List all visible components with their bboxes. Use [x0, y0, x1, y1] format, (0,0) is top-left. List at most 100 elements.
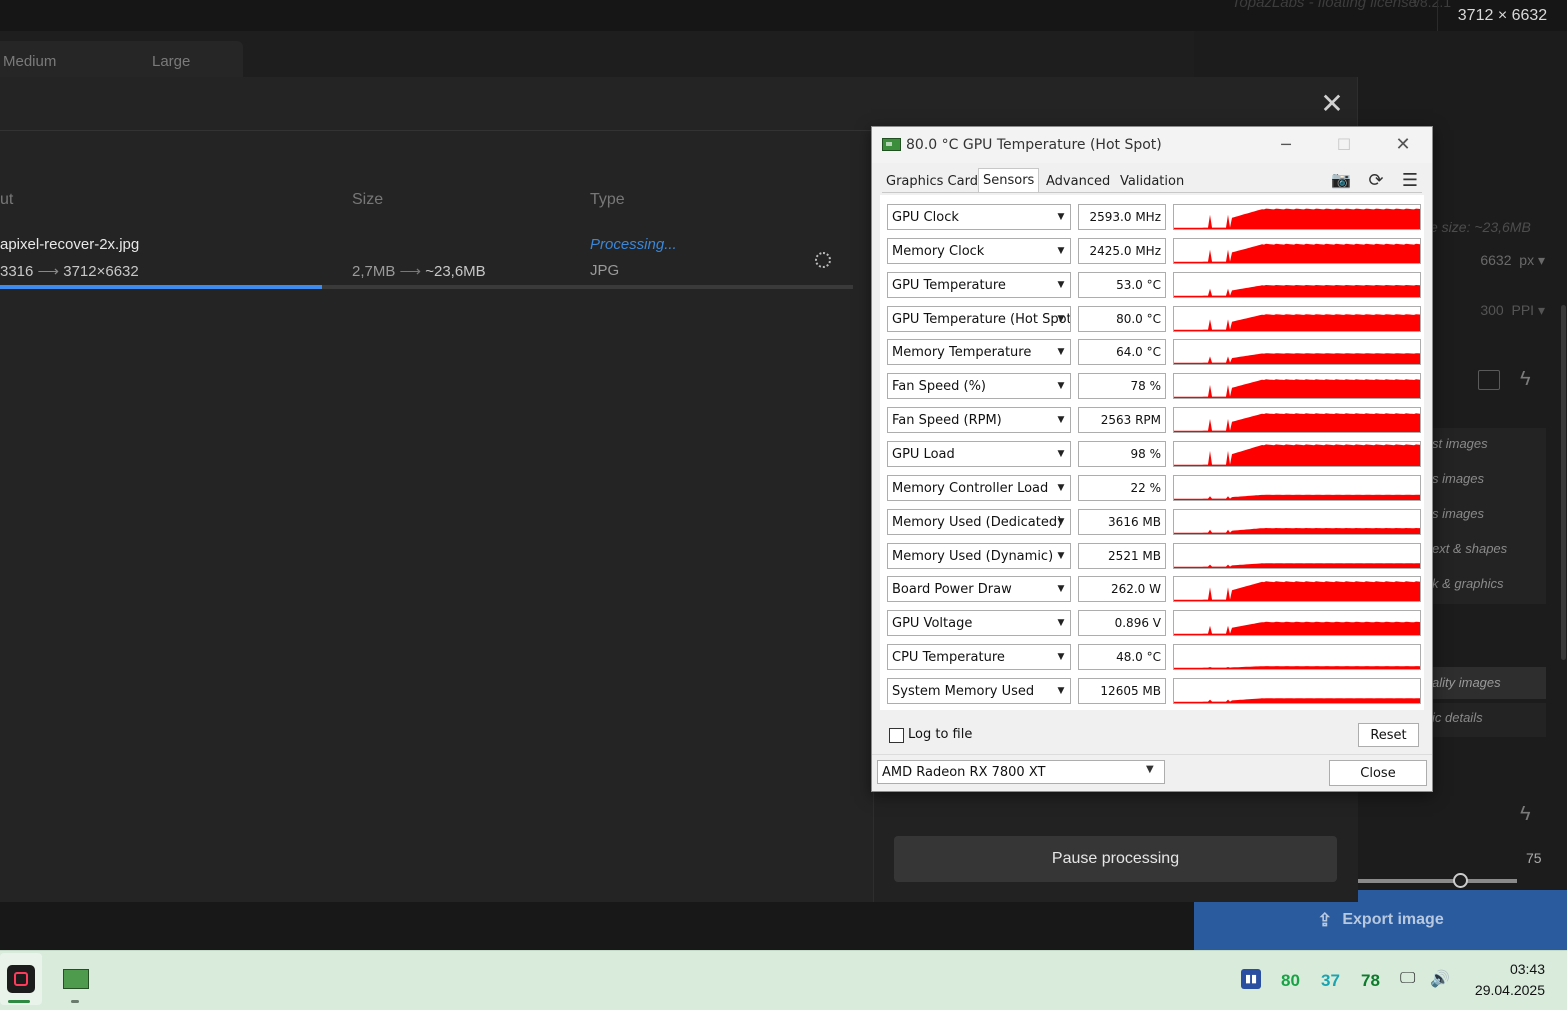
sensor-row: Memory Used (Dedicated) ▼ 3616 MB: [887, 508, 1425, 536]
gpu-select[interactable]: AMD Radeon RX 7800 XT: [877, 760, 1165, 784]
gpuz-window-title: 80.0 °C GPU Temperature (Hot Spot): [906, 137, 1162, 153]
hwinfo-tray-icon[interactable]: ▮▮: [1241, 969, 1261, 989]
sensor-name-dropdown[interactable]: Memory Used (Dedicated): [887, 509, 1071, 535]
sensor-value: 22 %: [1078, 475, 1166, 501]
menu-icon[interactable]: ☰: [1400, 170, 1420, 191]
model-item[interactable]: k & graphics: [1432, 576, 1504, 591]
chevron-down-icon[interactable]: ▼: [1051, 306, 1071, 332]
sensor-name-dropdown[interactable]: Memory Used (Dynamic): [887, 543, 1071, 569]
sensor-name-dropdown[interactable]: Board Power Draw: [887, 576, 1071, 602]
sensor-value: 3616 MB: [1078, 509, 1166, 535]
tray-value-fan[interactable]: 78: [1361, 971, 1380, 991]
sensor-graph: [1173, 204, 1421, 230]
sensor-name-dropdown[interactable]: Memory Controller Load: [887, 475, 1071, 501]
ppi-field[interactable]: 300 PPI ▾: [1430, 302, 1545, 324]
size-option-medium[interactable]: Medium: [3, 53, 56, 70]
chevron-down-icon[interactable]: ▼: [1051, 441, 1071, 467]
sensor-graph-area: [1174, 444, 1420, 466]
tab-sensors[interactable]: Sensors: [978, 168, 1040, 193]
model-item[interactable]: st images: [1432, 436, 1488, 451]
model-item[interactable]: s images: [1432, 471, 1484, 486]
slider-track[interactable]: [1357, 879, 1517, 883]
minimize-icon[interactable]: ─: [1264, 132, 1308, 158]
sensor-value: 12605 MB: [1078, 678, 1166, 704]
sensor-name-dropdown[interactable]: GPU Temperature: [887, 272, 1071, 298]
tab-graphics-card[interactable]: Graphics Card: [882, 170, 982, 192]
slider-handle[interactable]: [1453, 873, 1468, 888]
sensor-graph-area: [1174, 698, 1420, 703]
sensor-name-dropdown[interactable]: GPU Load: [887, 441, 1071, 467]
sensor-value: 2593.0 MHz: [1078, 204, 1166, 230]
chevron-down-icon[interactable]: ▼: [1051, 678, 1071, 704]
chevron-down-icon[interactable]: ▼: [1051, 238, 1071, 264]
chevron-down-icon[interactable]: ▼: [1051, 509, 1071, 535]
sensor-row: GPU Clock ▼ 2593.0 MHz: [887, 203, 1425, 231]
pause-processing-button[interactable]: Pause processing: [894, 836, 1337, 882]
camera-icon[interactable]: 📷: [1331, 170, 1351, 190]
chevron-down-icon: ▼: [1146, 764, 1154, 775]
size-option-large[interactable]: Large: [152, 53, 190, 70]
reset-button[interactable]: Reset: [1358, 723, 1419, 747]
model-item[interactable]: ext & shapes: [1432, 541, 1507, 556]
side-panel-scrollbar[interactable]: [1561, 305, 1566, 660]
log-to-file-checkbox[interactable]: [889, 728, 904, 743]
sensor-graph: [1173, 238, 1421, 264]
width-value: 6632: [1480, 252, 1512, 268]
sensor-row: CPU Temperature ▼ 48.0 °C: [887, 643, 1425, 671]
sensor-name-dropdown[interactable]: Fan Speed (RPM): [887, 407, 1071, 433]
tray-value-cpu-temp[interactable]: 37: [1321, 971, 1340, 991]
sensor-name-dropdown[interactable]: GPU Voltage: [887, 610, 1071, 636]
chevron-down-icon[interactable]: ▼: [1051, 373, 1071, 399]
footer-divider: [872, 754, 1432, 755]
tab-validation[interactable]: Validation: [1116, 170, 1188, 192]
clock-time[interactable]: 03:43: [1470, 961, 1545, 977]
quality-item[interactable]: ality images: [1432, 675, 1501, 690]
chevron-down-icon[interactable]: ▼: [1051, 644, 1071, 670]
chevron-down-icon[interactable]: ▼: [1051, 407, 1071, 433]
export-label: Export image: [1342, 911, 1444, 928]
gpuz-taskbar-icon[interactable]: [63, 969, 89, 989]
width-field[interactable]: 6632 px ▾: [1430, 252, 1545, 274]
sensor-graph: [1173, 475, 1421, 501]
sensor-row: Memory Controller Load ▼ 22 %: [887, 474, 1425, 502]
chevron-down-icon[interactable]: ▼: [1051, 204, 1071, 230]
volume-icon[interactable]: 🔊: [1430, 969, 1452, 989]
close-icon[interactable]: ✕: [1320, 90, 1344, 118]
chevron-down-icon[interactable]: ▼: [1051, 272, 1071, 298]
compare-icon[interactable]: [1478, 370, 1500, 390]
close-icon[interactable]: ✕: [1381, 132, 1425, 158]
sensor-value: 98 %: [1078, 441, 1166, 467]
model-item[interactable]: s images: [1432, 506, 1484, 521]
width-unit: px: [1519, 252, 1535, 268]
sensor-name-dropdown[interactable]: CPU Temperature: [887, 644, 1071, 670]
refresh-icon[interactable]: ⟳: [1366, 170, 1386, 191]
maximize-icon: ☐: [1336, 135, 1352, 154]
sensor-name-dropdown[interactable]: Fan Speed (%): [887, 373, 1071, 399]
chevron-down-icon[interactable]: ▼: [1051, 475, 1071, 501]
sensor-name-dropdown[interactable]: GPU Temperature (Hot Spot): [887, 306, 1071, 332]
sensor-row: Fan Speed (%) ▼ 78 %: [887, 372, 1425, 400]
clock-date[interactable]: 29.04.2025: [1460, 982, 1545, 998]
quality-item[interactable]: ic details: [1432, 710, 1483, 725]
sensor-value: 78 %: [1078, 373, 1166, 399]
sensor-graph-area: [1174, 581, 1420, 601]
close-button[interactable]: Close: [1329, 760, 1427, 786]
sensor-value: 262.0 W: [1078, 576, 1166, 602]
tab-advanced[interactable]: Advanced: [1042, 170, 1114, 192]
chevron-down-icon[interactable]: ▼: [1051, 339, 1071, 365]
sensor-graph: [1173, 644, 1421, 670]
sensor-name-dropdown[interactable]: GPU Clock: [887, 204, 1071, 230]
sensor-name-dropdown[interactable]: Memory Clock: [887, 238, 1071, 264]
sensor-name-dropdown[interactable]: Memory Temperature: [887, 339, 1071, 365]
chevron-down-icon[interactable]: ▼: [1051, 543, 1071, 569]
sensor-graph-area: [1174, 285, 1420, 297]
sensor-name-dropdown[interactable]: System Memory Used: [887, 678, 1071, 704]
lightning-icon[interactable]: ϟ: [1520, 803, 1531, 826]
chevron-down-icon[interactable]: ▼: [1051, 576, 1071, 602]
lightning-icon[interactable]: ϟ: [1520, 368, 1531, 391]
size-from: 2,7MB: [352, 263, 396, 280]
slider-value: 75: [1526, 850, 1542, 866]
chevron-down-icon[interactable]: ▼: [1051, 610, 1071, 636]
network-icon[interactable]: 🖵: [1400, 970, 1422, 990]
tray-value-gpu-temp[interactable]: 80: [1281, 971, 1300, 991]
